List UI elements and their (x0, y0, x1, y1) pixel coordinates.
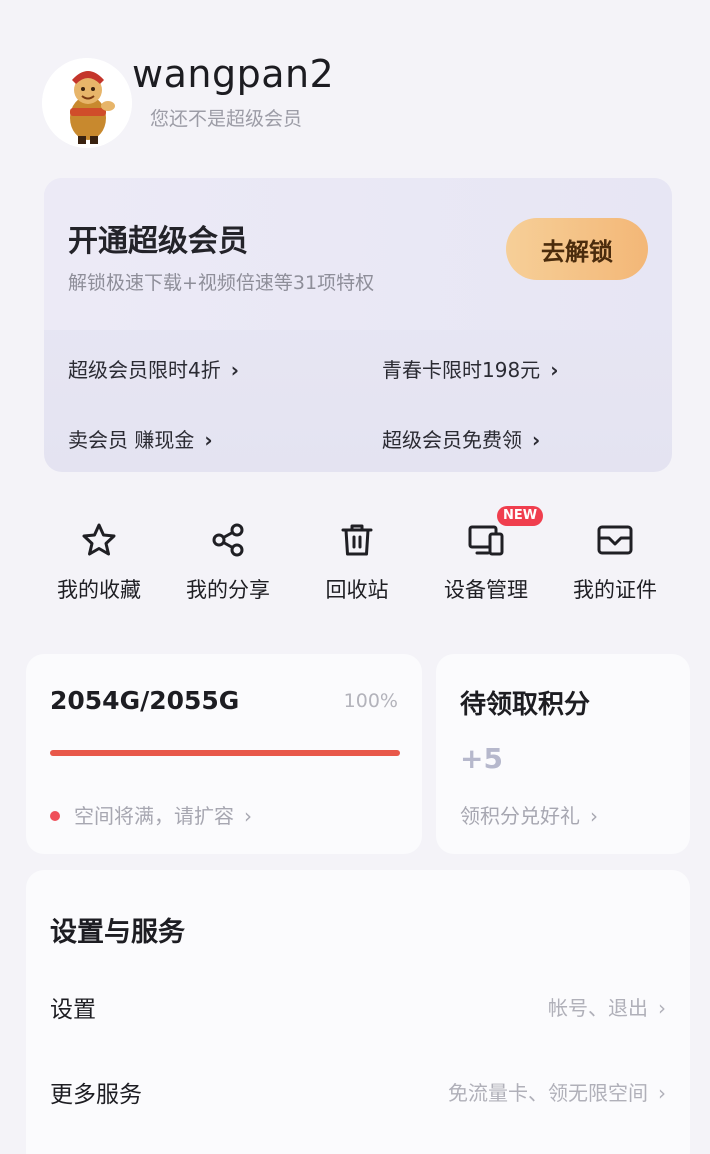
vip-link-free-member[interactable]: 超级会员免费领 › (382, 424, 540, 453)
quick-label: 我的收藏 (57, 578, 141, 602)
settings-row-hint-text: 帐号、退出 (548, 996, 648, 1020)
chevron-right-icon: › (658, 1081, 666, 1105)
quick-recycle-bin[interactable]: 回收站 (292, 520, 422, 604)
points-value: +5 (460, 742, 503, 775)
avatar[interactable] (42, 58, 132, 148)
trash-icon (341, 524, 373, 556)
settings-row-settings[interactable]: 设置 帐号、退出 › (26, 972, 690, 1042)
quick-favorites[interactable]: 我的收藏 (34, 520, 164, 604)
settings-row-more-services[interactable]: 更多服务 免流量卡、领无限空间 › (26, 1057, 690, 1127)
avatar-image (42, 58, 132, 148)
storage-card[interactable]: 2054G/2055G 100% 空间将满，请扩容 › (26, 654, 422, 854)
quick-label: 我的分享 (186, 578, 270, 602)
member-status: 您还不是超级会员 (150, 108, 303, 130)
vip-link-sell-member[interactable]: 卖会员 赚现金 › (68, 424, 213, 453)
storage-warning-text: 空间将满，请扩容 (74, 804, 234, 828)
points-link-text: 领积分兑好礼 (460, 804, 580, 828)
points-card[interactable]: 待领取积分 +5 领积分兑好礼 › (436, 654, 690, 854)
chevron-right-icon: › (550, 358, 559, 382)
storage-progress-fill (50, 750, 400, 756)
quick-label: 我的证件 (573, 578, 657, 602)
settings-row-hint: 免流量卡、领无限空间 › (448, 1077, 666, 1106)
profile-header: wangpan2 您还不是超级会员 (42, 52, 462, 148)
quick-label: 回收站 (325, 578, 389, 602)
id-card-icon (597, 525, 633, 555)
chevron-right-icon: › (590, 804, 598, 828)
chevron-right-icon: › (244, 804, 252, 828)
vip-link-label: 超级会员免费领 (382, 428, 522, 452)
vip-link-label: 青春卡限时198元 (382, 358, 541, 382)
points-redeem-link[interactable]: 领积分兑好礼 › (460, 800, 598, 829)
vip-link-discount[interactable]: 超级会员限时4折 › (68, 354, 239, 383)
unlock-button[interactable]: 去解锁 (506, 218, 648, 280)
storage-used: 2054G/2055G (50, 686, 240, 715)
settings-title: 设置与服务 (50, 917, 185, 948)
vip-link-label: 超级会员限时4折 (68, 358, 221, 382)
quick-my-documents[interactable]: 我的证件 (550, 520, 680, 604)
chevron-right-icon: › (204, 428, 213, 452)
storage-progress-bar (50, 750, 400, 756)
username: wangpan2 (132, 52, 335, 96)
vip-title: 开通超级会员 (68, 224, 248, 259)
settings-row-hint-text: 免流量卡、领无限空间 (448, 1081, 648, 1105)
settings-row-hint: 帐号、退出 › (548, 992, 666, 1021)
quick-actions: 我的收藏 我的分享 回收站 NEW 设备管理 我的证件 (30, 506, 680, 610)
storage-warning-link[interactable]: 空间将满，请扩容 › (50, 800, 252, 829)
warning-dot-icon (50, 810, 60, 821)
chevron-right-icon: › (658, 996, 666, 1020)
settings-card: 设置与服务 设置 帐号、退出 › 更多服务 免流量卡、领无限空间 › (26, 870, 690, 1154)
quick-label: 设备管理 (444, 578, 528, 602)
new-badge: NEW (497, 506, 544, 526)
chevron-right-icon: › (532, 428, 541, 452)
quick-device-management[interactable]: NEW 设备管理 (421, 506, 551, 604)
vip-subtitle: 解锁极速下载+视频倍速等31项特权 (68, 272, 375, 294)
devices-icon (468, 525, 504, 556)
chevron-right-icon: › (230, 358, 239, 382)
vip-link-youth-card[interactable]: 青春卡限时198元 › (382, 354, 558, 383)
star-icon (82, 523, 116, 556)
vip-card: 开通超级会员 解锁极速下载+视频倍速等31项特权 去解锁 超级会员限时4折 › 青… (44, 178, 672, 472)
quick-shares[interactable]: 我的分享 (163, 520, 293, 604)
storage-percent: 100% (343, 690, 398, 712)
settings-row-label: 更多服务 (50, 1082, 142, 1108)
vip-link-label: 卖会员 赚现金 (68, 428, 195, 452)
settings-row-label: 设置 (50, 997, 96, 1023)
points-title: 待领取积分 (460, 690, 591, 720)
share-icon (212, 523, 244, 557)
